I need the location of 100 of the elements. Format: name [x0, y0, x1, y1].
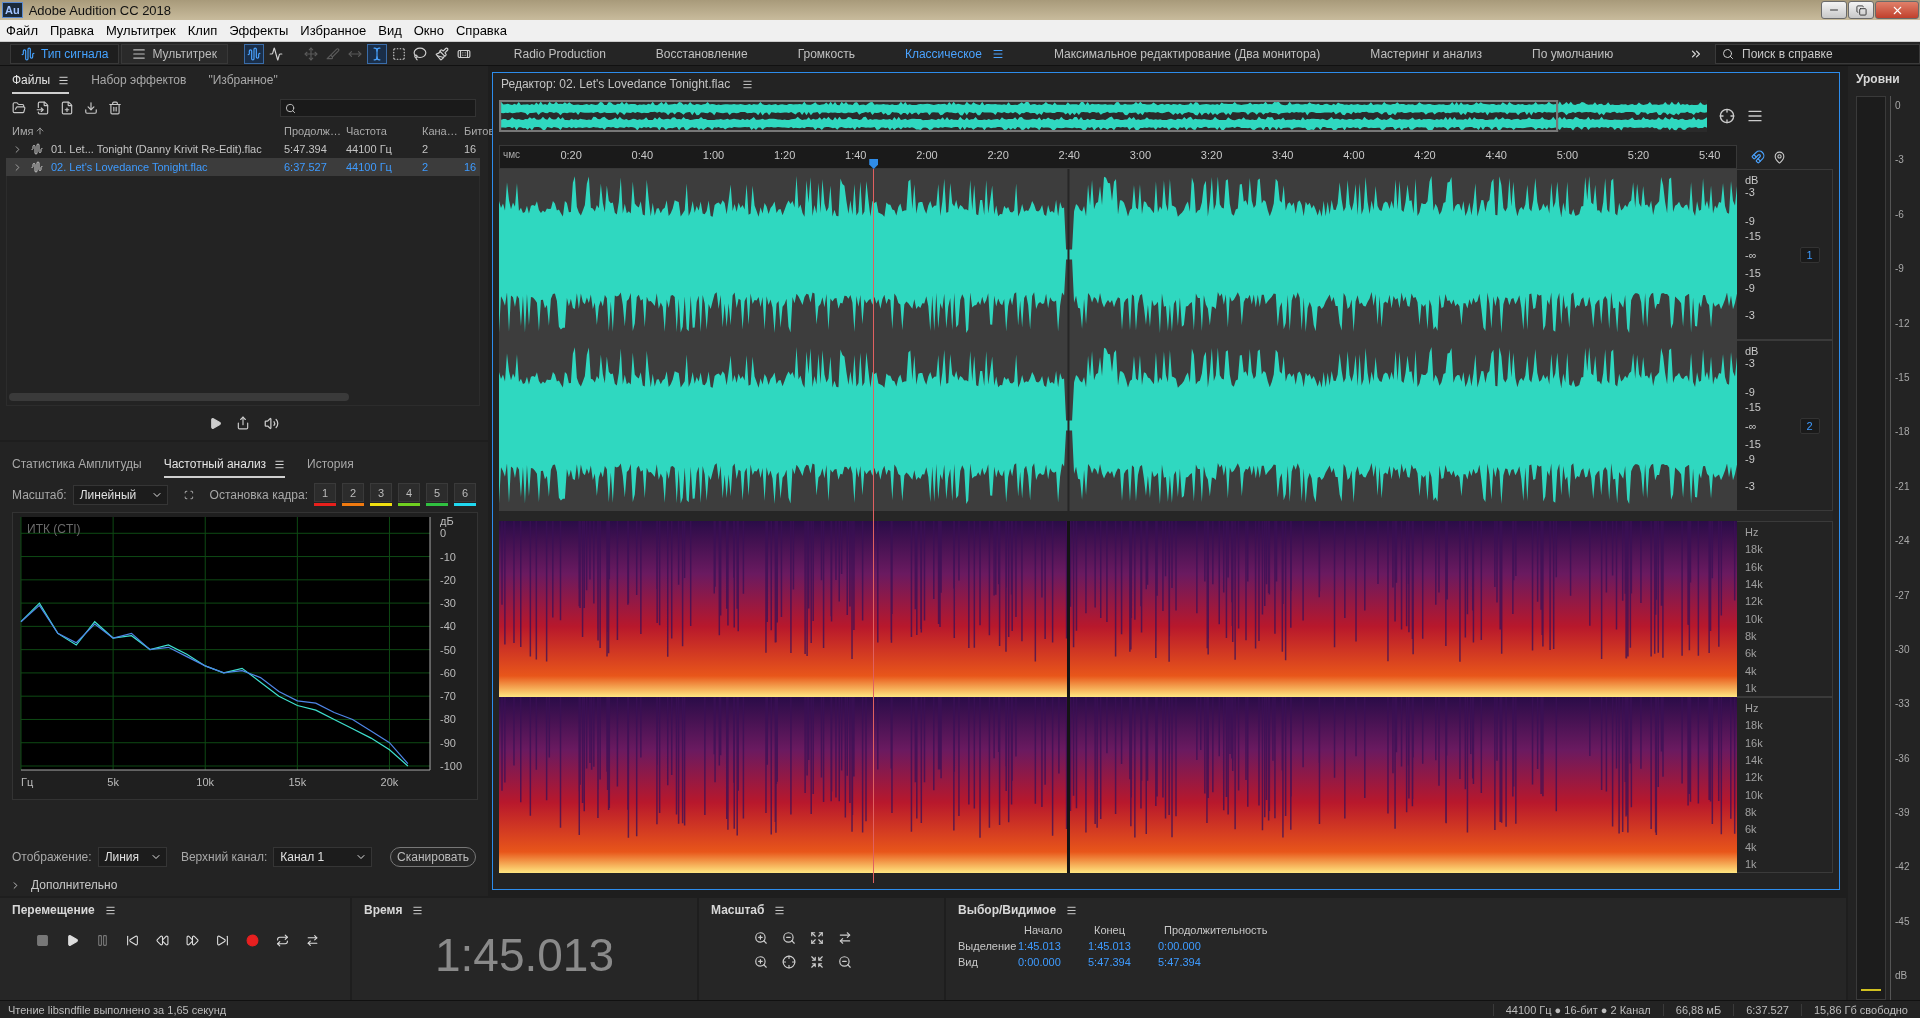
ruler-label: 0:20 — [560, 149, 582, 161]
scale-label: 14k — [1745, 578, 1764, 590]
menu-item[interactable]: Вид — [372, 23, 408, 38]
scale-label: -33 — [1895, 698, 1910, 712]
playhead-handle[interactable] — [869, 159, 879, 169]
scale-label: -3 — [1745, 480, 1755, 493]
magnet-icon[interactable] — [1751, 150, 1765, 164]
file-row[interactable]: 02. Let's Lovedance Tonight.flac 6:37.527 44100 Гц 2 16 — [6, 158, 480, 176]
menu-item[interactable]: Эффекты — [223, 23, 295, 38]
menu-item[interactable]: Окно — [407, 23, 450, 38]
scale-label: 4k — [1745, 840, 1758, 853]
maximize-button[interactable] — [1848, 1, 1874, 19]
time-field[interactable]: 5:47.394 — [1158, 956, 1278, 969]
download-icon[interactable] — [84, 101, 98, 115]
workspace-tab[interactable]: Классическое — [880, 46, 1028, 61]
ruler-label: 3:20 — [1200, 149, 1223, 161]
menu-icon[interactable] — [774, 904, 786, 916]
mode-button[interactable]: Мультитрек — [121, 43, 228, 64]
scale-label: 18k — [1745, 719, 1764, 732]
search-icon — [1722, 47, 1735, 60]
search-field[interactable] — [280, 99, 476, 117]
workspace-tab[interactable]: Мастеринг и анализ — [1346, 46, 1507, 61]
more-expander[interactable]: Дополнительно — [0, 874, 488, 896]
menu-item[interactable]: Избранное — [294, 23, 373, 38]
table-cell-text: 16 — [464, 161, 478, 173]
column-header[interactable]: Продолж… — [284, 125, 346, 137]
channel-badge[interactable]: 2 — [1799, 417, 1820, 434]
workspace-tab[interactable]: Восстановление — [631, 46, 772, 61]
column-header[interactable]: Имя — [12, 125, 284, 137]
brush-icon — [435, 46, 450, 61]
workspace-tab[interactable]: Громкость — [773, 46, 879, 61]
column-header[interactable]: Кана… — [422, 125, 464, 137]
status-item: 6:37.527 — [1733, 1003, 1801, 1016]
panel-tab[interactable]: "Избранное" — [208, 73, 278, 94]
menu-item[interactable]: Справка — [449, 23, 513, 38]
tick-label: -10 — [440, 550, 456, 563]
ruler-label: 1:00 — [702, 149, 725, 161]
crosshair-icon — [782, 955, 796, 970]
scale-label: 12k — [1745, 771, 1764, 784]
workspace-tab[interactable]: По умолчанию — [1508, 46, 1638, 61]
list-icon[interactable] — [1747, 108, 1763, 124]
panel-tab[interactable]: Набор эффектов — [91, 73, 187, 94]
zoom-out-icon — [838, 955, 852, 970]
overview-waveform[interactable] — [499, 100, 1707, 132]
panel-tab[interactable]: Статистика Амплитуды — [12, 457, 142, 478]
minimize-button[interactable] — [1821, 1, 1847, 19]
scale-label: -15 — [1745, 229, 1761, 242]
menu-item[interactable]: Мультитрек — [99, 23, 182, 38]
close-button[interactable] — [1875, 1, 1919, 19]
time-field[interactable]: 5:47.394 — [1088, 956, 1158, 969]
window-title: Adobe Audition CC 2018 — [28, 2, 173, 18]
column-header[interactable]: Частота — [346, 125, 422, 137]
channel-dropdown[interactable]: Канал 1 — [273, 847, 373, 867]
row-label: Выделение — [958, 940, 1018, 953]
scan-button[interactable]: Сканировать — [390, 847, 476, 867]
help-search-field[interactable]: Поиск в справке — [1715, 43, 1920, 64]
rewind-icon — [155, 933, 169, 947]
tick-label: 10k — [196, 776, 215, 788]
tick-label: -60 — [440, 666, 456, 679]
scale-label: 6k — [1745, 647, 1758, 660]
file-row[interactable]: 01. Let... Tonight (Danny Krivit Re-Edit).flac 5:47.394 44100 Гц 2 16 — [6, 140, 480, 158]
workspace-tab[interactable]: Максимальное редактирование (Два монитора) — [1029, 46, 1345, 61]
play-icon[interactable] — [209, 416, 222, 430]
panel-tab[interactable]: Частотный анализ — [163, 457, 286, 478]
time-field[interactable]: 1:45.013 — [1018, 940, 1088, 953]
menu-icon[interactable] — [1066, 904, 1078, 916]
scale-label: 10k — [1745, 612, 1764, 625]
scale-label: 16k — [1745, 736, 1764, 749]
time-field[interactable]: 0:00.000 — [1158, 940, 1278, 953]
time-field[interactable]: 0:00.000 — [1018, 956, 1088, 969]
scale-dropdown[interactable]: Линейный — [72, 485, 168, 505]
panel-tab[interactable]: Файлы — [12, 73, 70, 94]
menu-icon[interactable] — [742, 78, 754, 90]
file-import-icon[interactable] — [36, 101, 50, 115]
tool-button[interactable] — [366, 43, 387, 64]
file-plus-icon[interactable] — [60, 101, 74, 115]
scale-label: -15 — [1745, 400, 1761, 413]
menu-item[interactable]: Файл — [0, 23, 44, 38]
panel-title: Выбор/Видимое — [958, 903, 1057, 918]
channel-badge[interactable]: 1 — [1799, 246, 1820, 263]
tool-button[interactable] — [243, 43, 264, 64]
menu-icon[interactable] — [104, 904, 116, 916]
menu-item[interactable]: Правка — [43, 23, 100, 38]
ruler-label: 5:40 — [1698, 149, 1721, 161]
workspace-tab[interactable]: Radio Production — [489, 46, 630, 61]
time-field[interactable]: 1:45.013 — [1088, 940, 1158, 953]
tick-label: -90 — [440, 736, 456, 749]
trash-icon[interactable] — [108, 101, 122, 115]
scale-label: 1k — [1745, 681, 1758, 694]
marker-icon[interactable] — [1773, 150, 1786, 164]
speaker-icon[interactable] — [264, 415, 279, 431]
waveform-icon — [246, 46, 261, 61]
display-dropdown[interactable]: Линия — [97, 847, 167, 867]
scale-label: -3 — [1745, 356, 1755, 369]
menu-icon[interactable] — [412, 904, 424, 916]
mode-button[interactable]: Тип сигнала — [10, 43, 120, 64]
panel-tab[interactable]: История — [307, 457, 354, 478]
menu-item[interactable]: Клип — [181, 23, 224, 38]
folder-icon[interactable] — [12, 101, 26, 115]
scale-label: -42 — [1895, 861, 1910, 875]
